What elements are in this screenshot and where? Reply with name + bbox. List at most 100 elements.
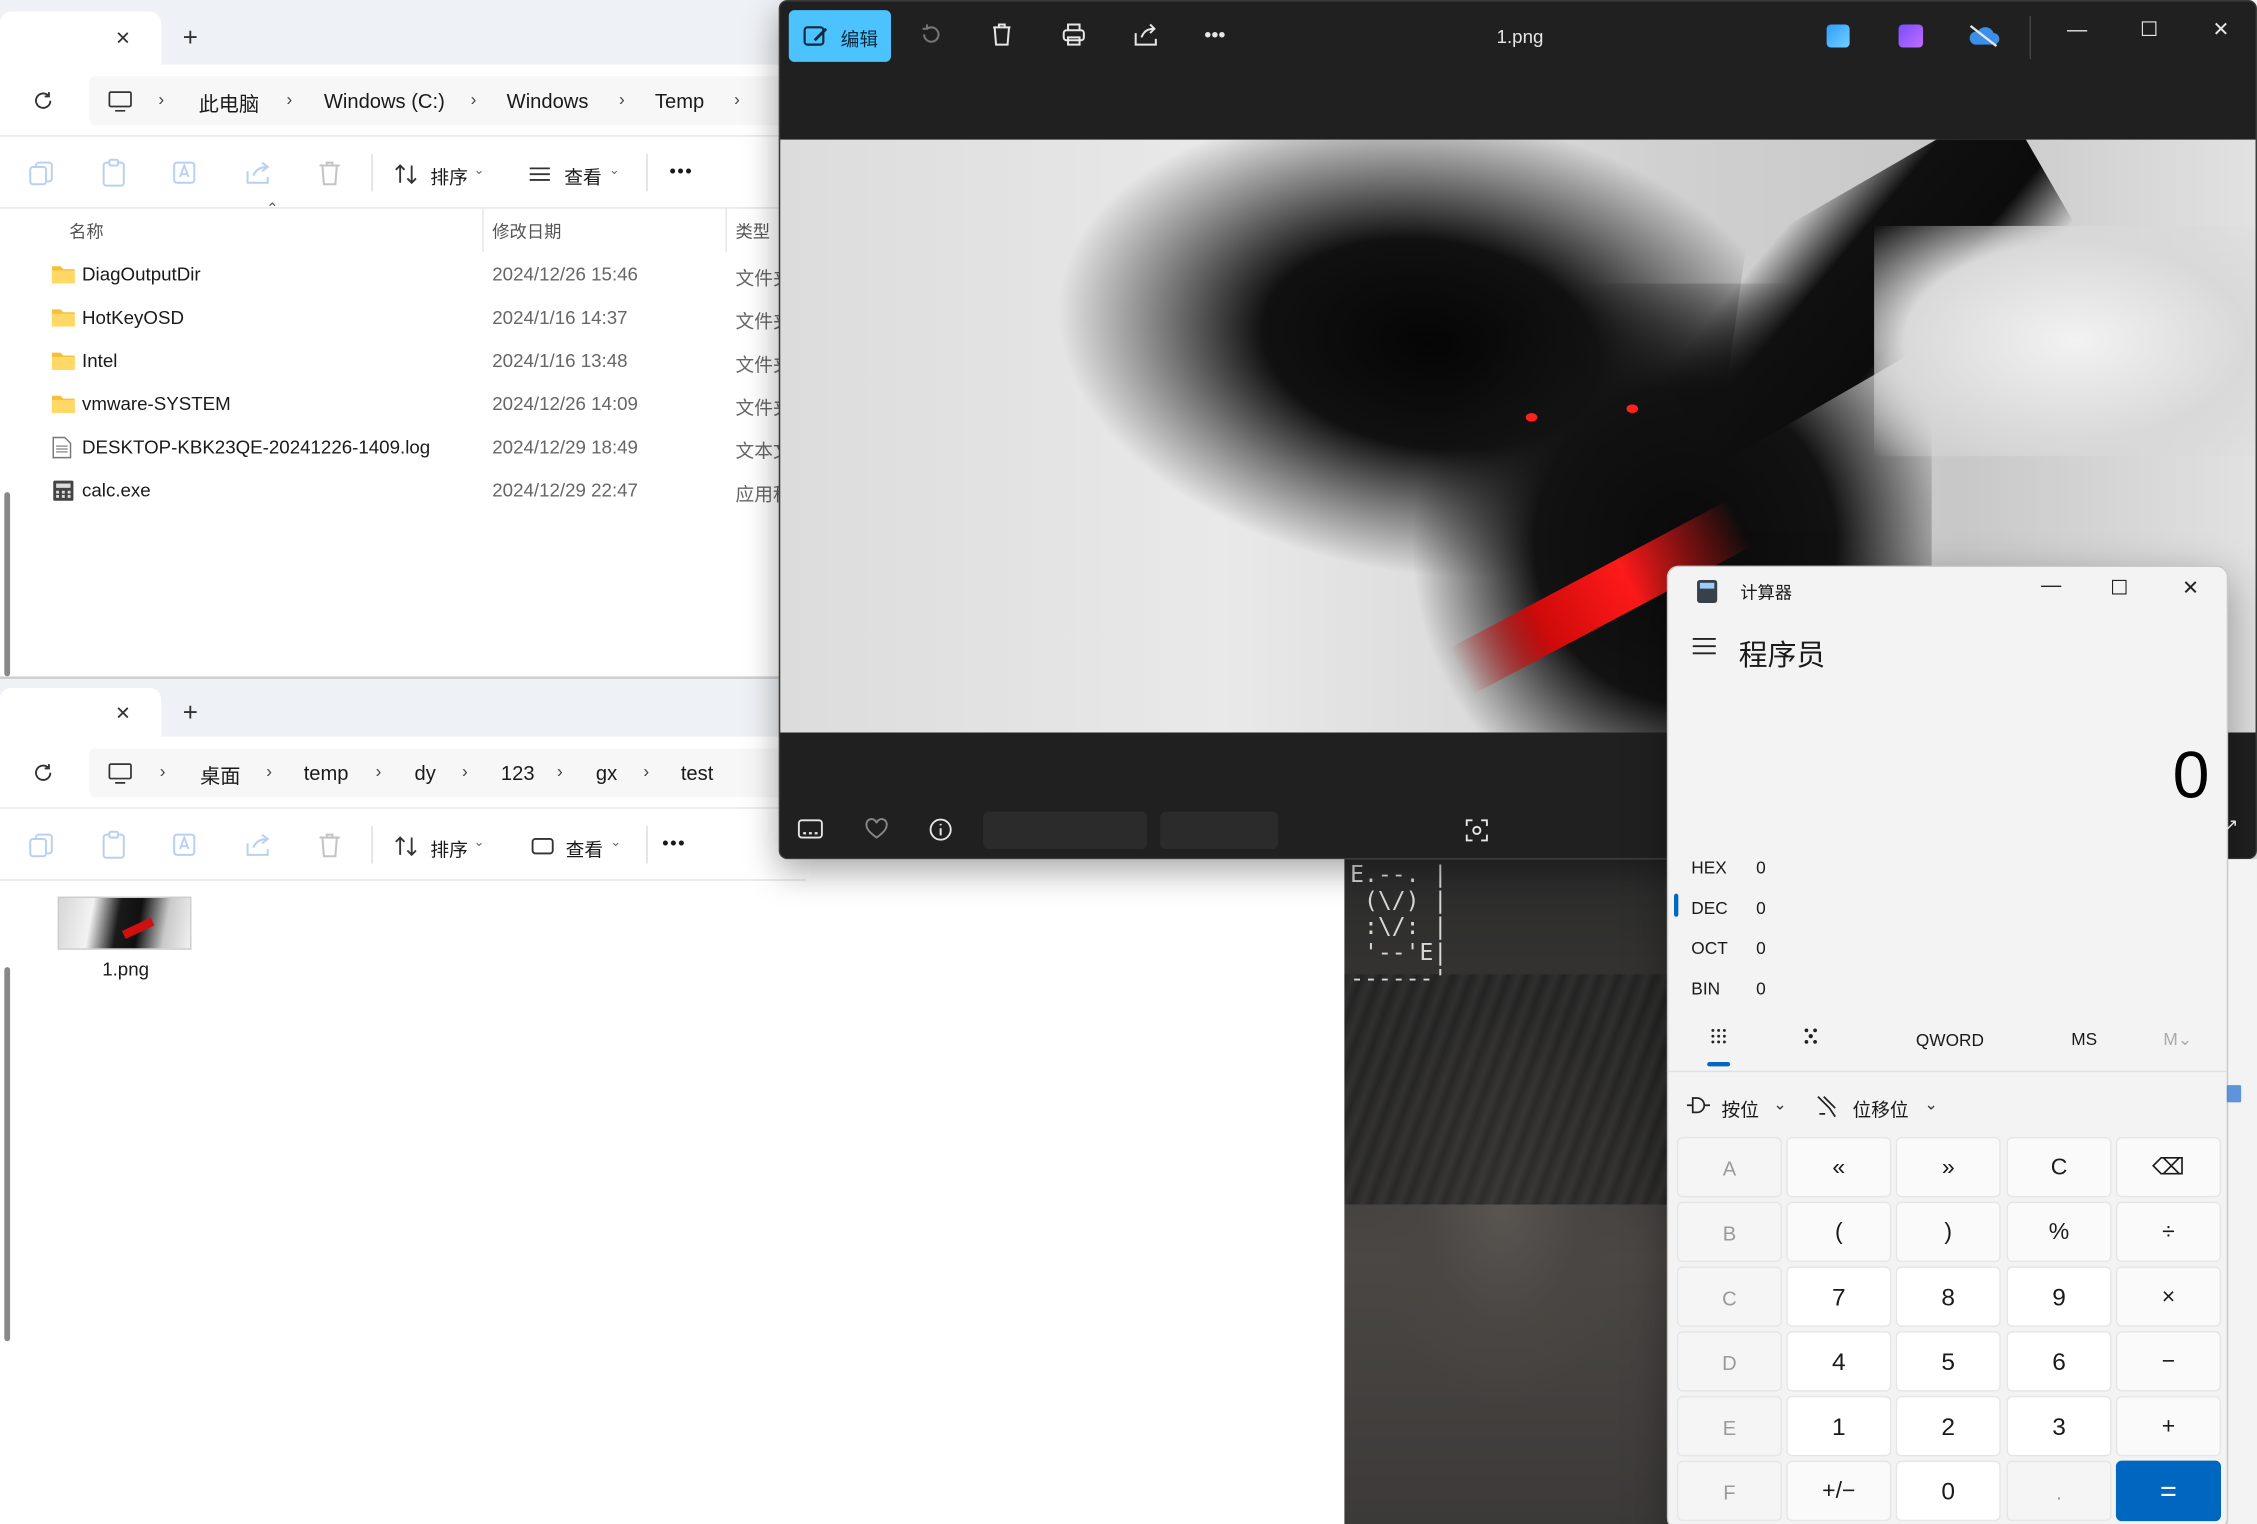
scrollbar[interactable]: [4, 492, 11, 677]
key-8[interactable]: 8: [1895, 1266, 2001, 1327]
key-clear[interactable]: C: [2006, 1136, 2112, 1198]
column-divider[interactable]: [725, 208, 727, 252]
key-negate[interactable]: +/−: [1786, 1460, 1892, 1522]
paste-icon[interactable]: [98, 829, 133, 864]
column-header-type[interactable]: 类型: [736, 219, 771, 243]
key-decimal[interactable]: .: [2006, 1460, 2112, 1522]
breadcrumb-test[interactable]: test: [681, 761, 713, 784]
maximize-button[interactable]: ☐: [2132, 17, 2167, 52]
key-3[interactable]: 3: [2006, 1395, 2112, 1457]
key-close-paren[interactable]: ): [1895, 1201, 2001, 1263]
more-options-icon[interactable]: •••: [1193, 13, 1236, 56]
key-0[interactable]: 0: [1895, 1460, 2001, 1522]
bitshift-dropdown[interactable]: 位移位 ⌄: [1817, 1091, 1961, 1123]
base-dec-label[interactable]: DEC: [1691, 898, 1727, 918]
view-icon[interactable]: [530, 835, 556, 858]
file-row[interactable]: DESKTOP-KBK23QE-20241226-1409.log 2024/1…: [0, 426, 806, 469]
bitwise-dropdown[interactable]: 按位 ⌄: [1686, 1091, 1801, 1123]
file-row[interactable]: HotKeyOSD 2024/1/16 14:37 文件夹: [0, 296, 806, 339]
zoom-level-placeholder[interactable]: [1160, 811, 1279, 850]
more-options-button[interactable]: •••: [669, 160, 693, 182]
file-row[interactable]: DiagOutputDir 2024/12/26 15:46 文件夹: [0, 253, 806, 296]
favorite-heart-icon[interactable]: [862, 816, 891, 842]
edit-button[interactable]: 编辑: [788, 10, 891, 62]
close-tab-icon[interactable]: ✕: [115, 702, 131, 725]
copy-icon[interactable]: [26, 829, 61, 864]
clipchamp-icon[interactable]: [1898, 24, 1924, 48]
file-row[interactable]: Intel 2024/1/16 13:48 文件夹: [0, 340, 806, 383]
maximize-button[interactable]: ☐: [2110, 576, 2128, 600]
view-button[interactable]: 查看: [566, 835, 603, 862]
refresh-icon[interactable]: [29, 86, 58, 115]
breadcrumb-123[interactable]: 123: [501, 761, 535, 784]
delete-icon[interactable]: [314, 829, 349, 864]
delete-icon[interactable]: [980, 13, 1023, 56]
key-hex-f[interactable]: F: [1676, 1460, 1782, 1522]
share-icon[interactable]: [1124, 13, 1167, 56]
key-1[interactable]: 1: [1786, 1395, 1892, 1457]
key-2[interactable]: 2: [1895, 1395, 2001, 1457]
key-hex-b[interactable]: B: [1676, 1201, 1782, 1263]
breadcrumb-drive-c[interactable]: Windows (C:): [324, 89, 445, 112]
close-button[interactable]: ✕: [2182, 576, 2199, 600]
key-multiply[interactable]: ×: [2115, 1266, 2221, 1327]
breadcrumb-gx[interactable]: gx: [596, 761, 617, 784]
word-size-button[interactable]: QWORD: [1916, 1030, 1984, 1050]
key-rotate-left[interactable]: «: [1786, 1136, 1892, 1198]
column-header-name[interactable]: 名称: [69, 219, 104, 243]
onedrive-offline-icon[interactable]: [1966, 22, 2001, 51]
breadcrumb-this-pc[interactable]: 此电脑: [199, 89, 259, 118]
minimize-button[interactable]: —: [2041, 573, 2061, 596]
chevron-down-icon[interactable]: ⌄: [474, 835, 485, 851]
key-hex-d[interactable]: D: [1676, 1331, 1782, 1392]
sort-icon[interactable]: [393, 161, 419, 187]
memory-store-button[interactable]: MS: [2071, 1029, 2097, 1049]
print-icon[interactable]: [1052, 13, 1095, 56]
breadcrumb-chevron-icon[interactable]: ›: [734, 89, 740, 109]
refresh-icon[interactable]: [29, 758, 58, 787]
chevron-down-icon[interactable]: ⌄: [610, 835, 621, 851]
more-options-button[interactable]: •••: [662, 832, 686, 854]
key-hex-c[interactable]: C: [1676, 1266, 1782, 1327]
key-7[interactable]: 7: [1786, 1266, 1892, 1327]
copy-icon[interactable]: [26, 157, 61, 192]
filmstrip-icon[interactable]: [796, 816, 825, 842]
memory-menu-button[interactable]: M⌄: [2163, 1029, 2192, 1049]
column-header-modified[interactable]: 修改日期: [492, 219, 561, 243]
bit-toggle-keypad-icon[interactable]: [1802, 1028, 1819, 1048]
new-tab-icon[interactable]: +: [183, 23, 198, 53]
fit-to-window-icon[interactable]: [1462, 816, 1491, 845]
breadcrumb-bar[interactable]: › 此电脑 › Windows (C:) › Windows › Temp ›: [89, 76, 795, 126]
key-modulo[interactable]: %: [2006, 1201, 2112, 1263]
key-divide[interactable]: ÷: [2115, 1201, 2221, 1263]
close-tab-icon[interactable]: ✕: [115, 27, 131, 50]
scrollbar[interactable]: [4, 967, 11, 1342]
designer-icon[interactable]: [1826, 24, 1850, 48]
file-row[interactable]: vmware-SYSTEM 2024/12/26 14:09 文件夹: [0, 383, 806, 426]
breadcrumb-bar[interactable]: › 桌面 › temp › dy › 123 › gx › test: [89, 748, 795, 798]
sort-icon[interactable]: [393, 833, 419, 859]
info-icon[interactable]: [926, 816, 955, 842]
base-hex-label[interactable]: HEX: [1691, 858, 1727, 878]
explorer-tab[interactable]: ✕: [0, 687, 162, 737]
hamburger-menu-icon[interactable]: [1691, 636, 1717, 656]
explorer-tab[interactable]: ✕: [0, 11, 162, 65]
breadcrumb-desktop[interactable]: 桌面: [200, 761, 240, 790]
close-button[interactable]: ✕: [2204, 17, 2239, 52]
key-9[interactable]: 9: [2006, 1266, 2112, 1327]
delete-icon[interactable]: [314, 157, 349, 192]
key-hex-a[interactable]: A: [1676, 1136, 1782, 1198]
breadcrumb-temp[interactable]: Temp: [655, 89, 704, 112]
key-4[interactable]: 4: [1786, 1331, 1892, 1392]
key-hex-e[interactable]: E: [1676, 1395, 1782, 1457]
base-bin-label[interactable]: BIN: [1691, 979, 1720, 999]
chevron-down-icon[interactable]: ⌄: [609, 163, 620, 179]
key-subtract[interactable]: −: [2115, 1331, 2221, 1392]
sort-button[interactable]: 排序: [430, 163, 467, 190]
key-backspace[interactable]: ⌫: [2115, 1136, 2221, 1198]
new-tab-icon[interactable]: +: [183, 698, 198, 728]
file-tile[interactable]: 1.png: [52, 892, 202, 993]
full-keypad-icon[interactable]: [1710, 1028, 1727, 1045]
sort-button[interactable]: 排序: [430, 835, 467, 862]
paste-icon[interactable]: [98, 157, 133, 192]
